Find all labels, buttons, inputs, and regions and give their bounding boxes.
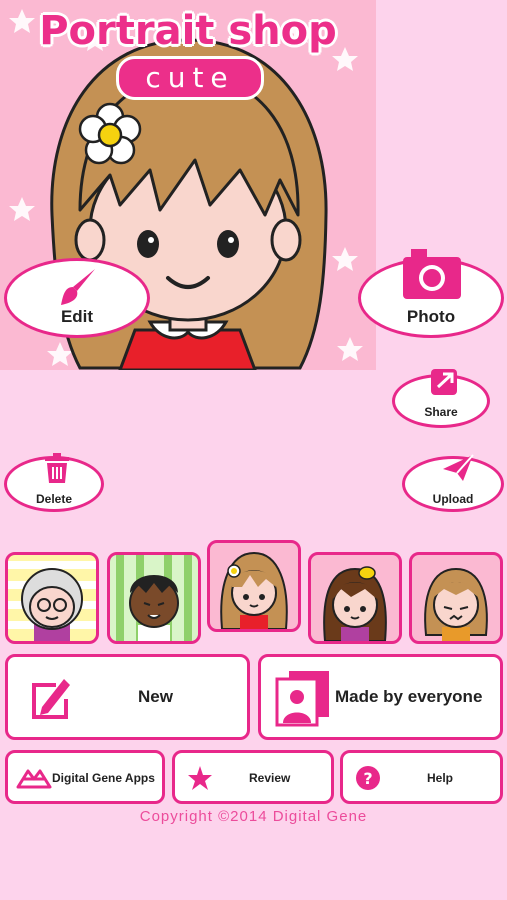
question-icon: ? (356, 766, 380, 790)
digital-gene-apps-label: Digital Gene Apps (52, 771, 155, 785)
share-button[interactable]: Share (392, 369, 490, 428)
girl-brown-avatar (323, 566, 387, 641)
delete-button[interactable]: Delete (4, 453, 104, 512)
edit-button[interactable]: Edit (4, 258, 150, 338)
boy-avatar (116, 555, 192, 641)
delete-label: Delete (35, 492, 73, 506)
hands-icon (16, 769, 52, 789)
help-button[interactable]: ? Help (340, 750, 503, 804)
photo-label: Photo (406, 307, 456, 326)
help-label: Help (427, 771, 454, 785)
thumb-girl-brown[interactable] (308, 552, 402, 644)
thumb-girl-flower[interactable] (207, 540, 301, 632)
trash-icon (45, 453, 69, 483)
thumb-grandma[interactable] (5, 552, 99, 644)
thumb-boy[interactable] (107, 552, 201, 644)
share-icon (431, 369, 457, 395)
thumb-girl-sad[interactable] (409, 552, 503, 644)
new-label: New (138, 687, 173, 706)
gallery-icon (275, 671, 329, 727)
edit-label: Edit (60, 307, 94, 326)
upload-label: Upload (432, 492, 474, 506)
girl-flower-avatar (220, 551, 288, 629)
app-subtitle: cute (116, 56, 264, 100)
review-button[interactable]: Review (172, 750, 334, 804)
grandma-avatar (8, 561, 96, 641)
digital-gene-apps-button[interactable]: Digital Gene Apps (5, 750, 165, 804)
star-icon (188, 766, 212, 790)
copyright-text: Copyright ©2014 Digital Gene (139, 808, 368, 825)
app-title: Portrait shop (39, 8, 337, 54)
made-by-everyone-button[interactable]: Made by everyone (258, 654, 503, 740)
new-button[interactable]: New (5, 654, 250, 740)
paper-plane-icon (443, 454, 474, 481)
photo-button[interactable]: Photo (358, 249, 504, 338)
camera-icon (403, 249, 461, 299)
pencil-note-icon (32, 679, 70, 719)
made-by-everyone-label: Made by everyone (335, 687, 483, 706)
share-label: Share (424, 405, 458, 419)
brush-icon (61, 269, 95, 305)
girl-sad-avatar (424, 567, 488, 641)
review-label: Review (249, 771, 291, 785)
svg-text:?: ? (363, 769, 372, 788)
upload-button[interactable]: Upload (402, 454, 504, 512)
